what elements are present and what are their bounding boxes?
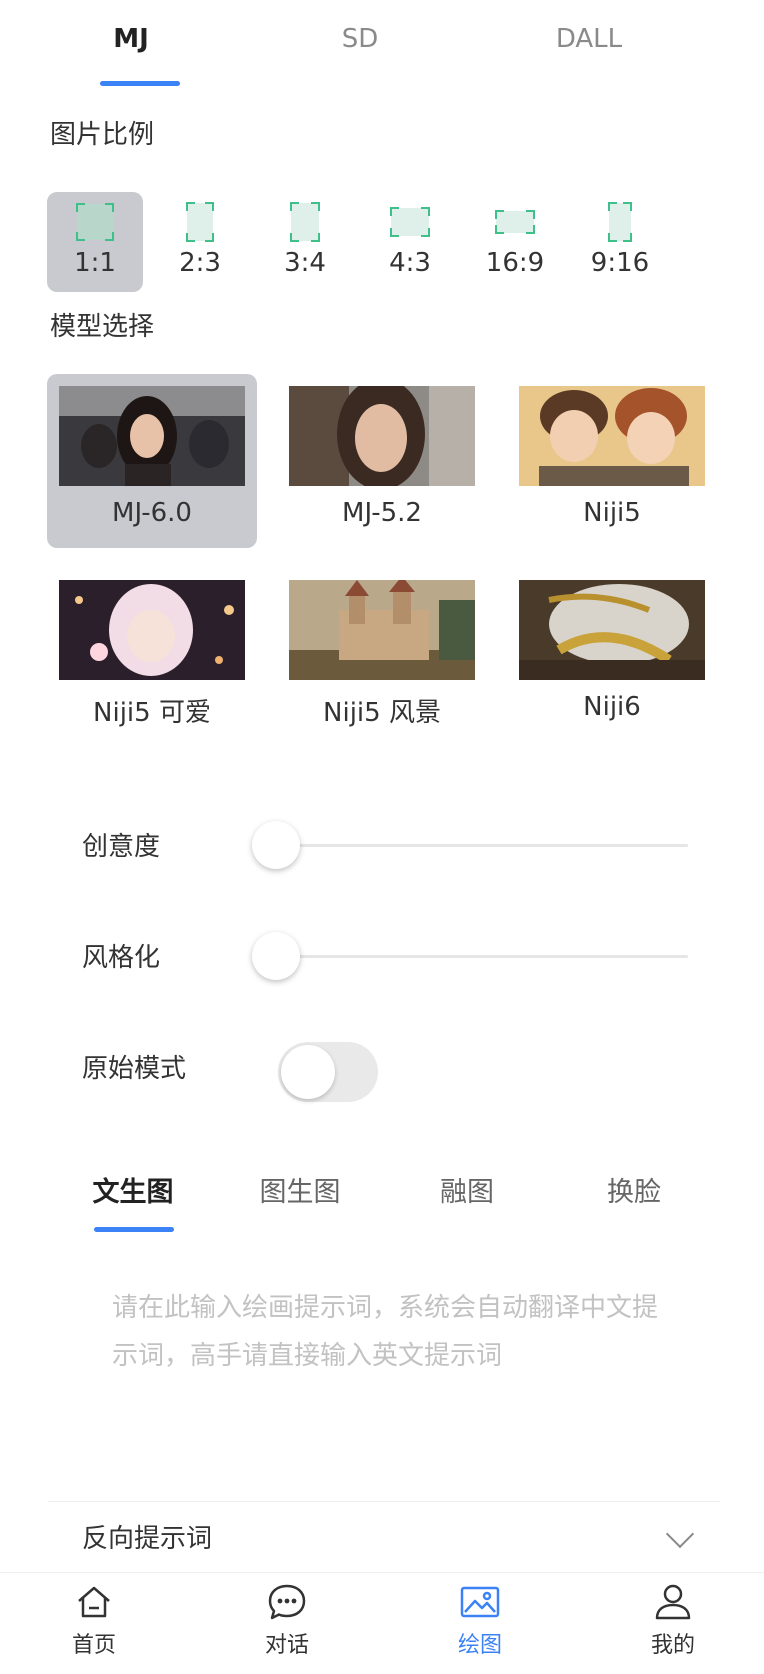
tab-sd[interactable]: SD bbox=[290, 24, 430, 54]
ratio-option-3-4[interactable]: 3:4 bbox=[257, 192, 353, 292]
ratio-option-9-16[interactable]: 9:16 bbox=[572, 192, 668, 292]
raw-mode-toggle[interactable] bbox=[278, 1042, 378, 1102]
model-name: MJ-5.2 bbox=[342, 498, 422, 528]
model-card-niji6[interactable]: Niji6 bbox=[507, 568, 717, 742]
active-tab-indicator bbox=[100, 81, 180, 86]
model-card-mj-6-0[interactable]: MJ-6.0 bbox=[47, 374, 257, 548]
nav-profile[interactable]: 我的 bbox=[613, 1581, 733, 1659]
negative-prompt-label: 反向提示词 bbox=[82, 1524, 213, 1554]
ratio-label: 3:4 bbox=[284, 248, 326, 278]
tab-text-to-image[interactable]: 文生图 bbox=[68, 1170, 198, 1209]
model-card-niji5-scenery[interactable]: Niji5 风景 bbox=[277, 568, 487, 742]
raw-mode-label: 原始模式 bbox=[82, 1054, 187, 1084]
nav-label: 对话 bbox=[264, 1633, 309, 1658]
nav-chat[interactable]: 对话 bbox=[227, 1581, 347, 1659]
ratio-label: 9:16 bbox=[590, 248, 650, 278]
home-icon bbox=[78, 1586, 110, 1618]
aspect-ratio-title: 图片比例 bbox=[50, 120, 155, 150]
stylize-label: 风格化 bbox=[82, 943, 161, 973]
nav-label: 我的 bbox=[650, 1633, 695, 1658]
model-select-title: 模型选择 bbox=[50, 312, 155, 342]
model-card-niji5-cute[interactable]: Niji5 可爱 bbox=[47, 568, 257, 742]
tab-face-swap[interactable]: 换脸 bbox=[569, 1170, 699, 1209]
model-thumbnail bbox=[59, 386, 245, 486]
ratio-16-9-icon bbox=[495, 210, 535, 234]
ratio-4-3-icon bbox=[390, 207, 430, 237]
model-thumbnail bbox=[519, 580, 705, 680]
ratio-option-16-9[interactable]: 16:9 bbox=[467, 192, 563, 292]
slider-track bbox=[276, 955, 688, 958]
chevron-down-icon bbox=[665, 1519, 695, 1549]
slider-knob[interactable] bbox=[252, 821, 300, 869]
bottom-nav-bar: 首页 对话 绘图 我的 bbox=[0, 1572, 764, 1674]
creativity-slider[interactable] bbox=[252, 820, 688, 870]
ratio-label: 2:3 bbox=[179, 248, 221, 278]
nav-label: 绘图 bbox=[457, 1633, 502, 1658]
active-mode-indicator bbox=[94, 1227, 174, 1232]
ratio-9-16-icon bbox=[608, 202, 632, 242]
model-thumbnail bbox=[519, 386, 705, 486]
model-thumbnail bbox=[289, 386, 475, 486]
user-icon bbox=[655, 1584, 691, 1620]
tab-mj[interactable]: MJ bbox=[61, 24, 201, 54]
ratio-label: 16:9 bbox=[485, 248, 545, 278]
nav-home[interactable]: 首页 bbox=[34, 1581, 154, 1659]
slider-knob[interactable] bbox=[252, 932, 300, 980]
prompt-input[interactable] bbox=[112, 1284, 672, 1484]
top-tab-bar: MJ SD DALL bbox=[0, 0, 764, 90]
creativity-label: 创意度 bbox=[82, 832, 161, 862]
ratio-label: 4:3 bbox=[389, 248, 431, 278]
ratio-2-3-icon bbox=[186, 202, 214, 242]
model-name: Niji5 风景 bbox=[323, 698, 441, 728]
model-card-niji5[interactable]: Niji5 bbox=[507, 374, 717, 548]
model-thumbnail bbox=[59, 580, 245, 680]
model-card-mj-5-2[interactable]: MJ-5.2 bbox=[277, 374, 487, 548]
nav-draw[interactable]: 绘图 bbox=[420, 1581, 540, 1659]
tab-blend[interactable]: 融图 bbox=[402, 1170, 532, 1209]
tab-dall[interactable]: DALL bbox=[519, 24, 659, 54]
ratio-3-4-icon bbox=[290, 202, 320, 242]
chat-icon bbox=[268, 1584, 306, 1620]
ratio-option-2-3[interactable]: 2:3 bbox=[152, 192, 248, 292]
stylize-slider[interactable] bbox=[252, 931, 688, 981]
model-name: Niji5 可爱 bbox=[93, 698, 211, 728]
ratio-1-1-icon bbox=[76, 203, 114, 241]
nav-label: 首页 bbox=[71, 1633, 116, 1658]
tab-image-to-image[interactable]: 图生图 bbox=[235, 1170, 365, 1209]
slider-track bbox=[276, 844, 688, 847]
model-name: Niji5 bbox=[583, 498, 641, 528]
ratio-option-4-3[interactable]: 4:3 bbox=[362, 192, 458, 292]
ratio-label: 1:1 bbox=[74, 248, 116, 278]
ratio-option-1-1[interactable]: 1:1 bbox=[47, 192, 143, 292]
toggle-knob bbox=[281, 1045, 335, 1099]
model-name: Niji6 bbox=[583, 692, 641, 722]
model-name: MJ-6.0 bbox=[112, 498, 192, 528]
negative-prompt-row[interactable]: 反向提示词 bbox=[48, 1502, 720, 1566]
model-thumbnail bbox=[289, 580, 475, 680]
image-icon bbox=[460, 1586, 500, 1618]
